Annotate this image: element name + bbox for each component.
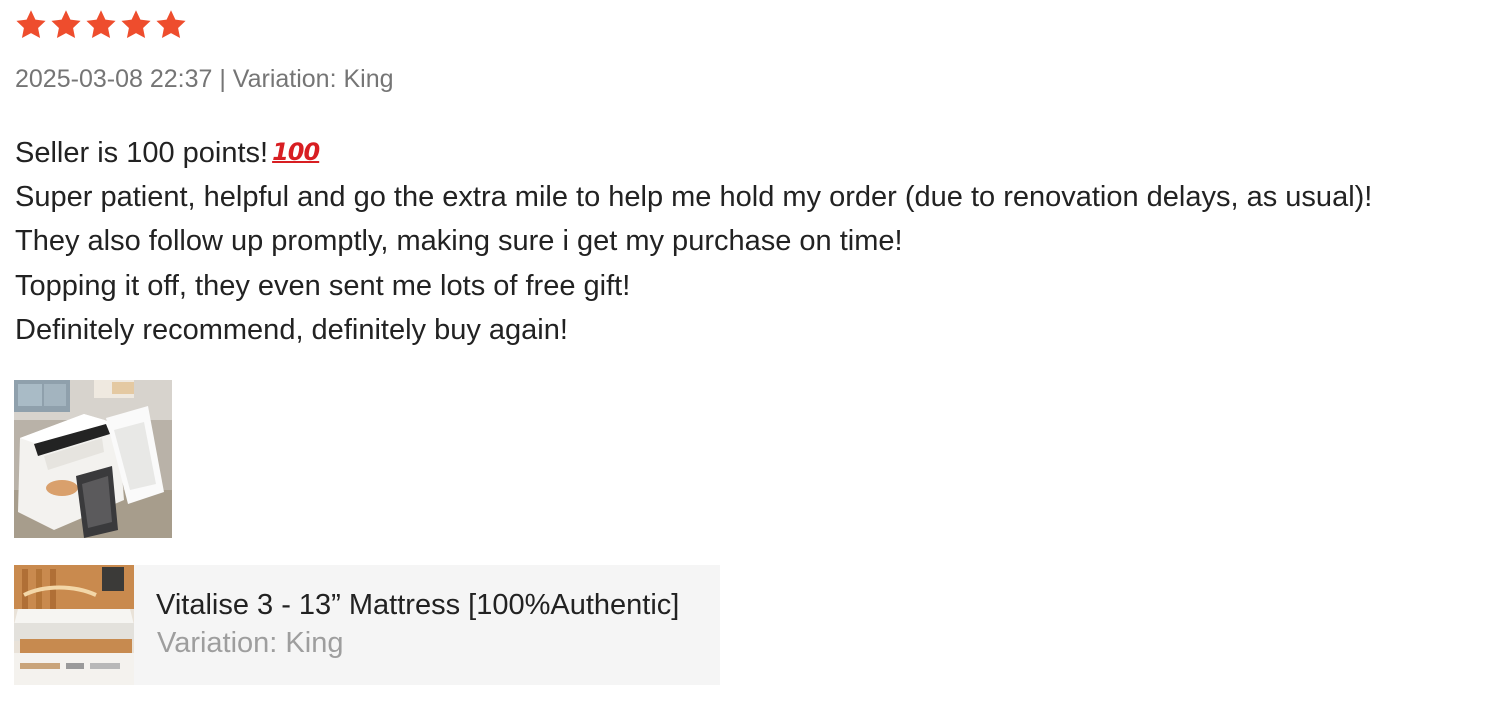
review-line: Super patient, helpful and go the extra … bbox=[15, 180, 1373, 213]
review-meta: 2025-03-08 22:37 | Variation: King bbox=[15, 65, 394, 93]
review-line-text: Seller is 100 points! bbox=[15, 137, 269, 169]
star-icon bbox=[16, 10, 46, 39]
review-line: Seller is 100 points! 100 bbox=[15, 130, 1475, 175]
review-text: Seller is 100 points! 100 Super patient, … bbox=[15, 130, 1475, 353]
review-photo[interactable] bbox=[14, 380, 172, 538]
product-thumbnail bbox=[14, 565, 134, 685]
star-icon bbox=[51, 10, 81, 39]
star-icon bbox=[121, 10, 151, 39]
review-line: Topping it off, they even sent me lots o… bbox=[15, 269, 631, 302]
star-icon bbox=[86, 10, 116, 39]
product-title[interactable]: Vitalise 3 - 13” Mattress [100%Authentic… bbox=[156, 587, 708, 623]
product-variation: Variation: King bbox=[157, 627, 344, 659]
review-line: They also follow up promptly, making sur… bbox=[15, 225, 903, 257]
review-line: Definitely recommend, definitely buy aga… bbox=[15, 314, 568, 346]
product-card[interactable]: Vitalise 3 - 13” Mattress [100%Authentic… bbox=[14, 565, 720, 685]
star-icon bbox=[156, 10, 186, 39]
rating-stars bbox=[14, 8, 188, 44]
hundred-points-icon: 100 bbox=[272, 138, 320, 166]
